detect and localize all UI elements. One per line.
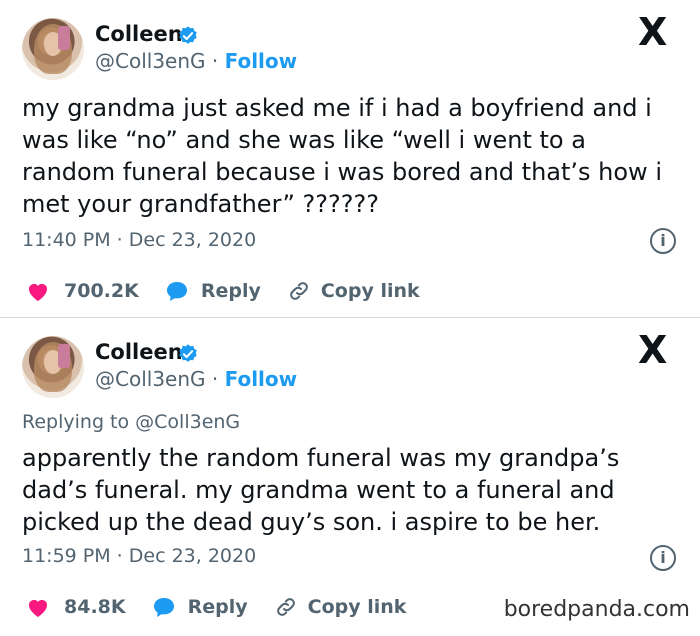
timestamp[interactable]: 11:59 PM · Dec 23, 2020: [22, 545, 256, 567]
separator-dot: ·: [211, 367, 219, 391]
timestamp[interactable]: 11:40 PM · Dec 23, 2020: [22, 229, 256, 251]
like-count[interactable]: 84.8K: [64, 596, 126, 618]
follow-button[interactable]: Follow: [225, 49, 298, 73]
copy-link-label: Copy link: [320, 280, 420, 302]
copy-link-label: Copy link: [307, 596, 407, 618]
reply-label: Reply: [187, 596, 248, 618]
replying-to[interactable]: Replying to @Coll3enG: [22, 411, 240, 433]
tweet-text: apparently the random funeral was my gra…: [22, 444, 620, 536]
tweet-card-2: Colleen @Coll3enG · Follow X Replying to…: [0, 318, 700, 636]
x-logo-icon[interactable]: X: [638, 328, 667, 372]
avatar[interactable]: [22, 336, 84, 398]
link-icon: [289, 282, 308, 300]
link-icon: [276, 598, 295, 616]
author-handle[interactable]: @Coll3enG: [95, 367, 206, 391]
heart-icon[interactable]: [26, 596, 50, 618]
reply-label: Reply: [200, 280, 261, 302]
author-name[interactable]: Colleen: [95, 22, 183, 46]
author-name[interactable]: Colleen: [95, 340, 183, 364]
copy-link-button[interactable]: Copy link: [274, 595, 407, 619]
avatar[interactable]: [22, 18, 84, 80]
watermark: boredpanda.com: [503, 597, 690, 622]
info-icon[interactable]: i: [650, 545, 676, 571]
tweet-card-1: Colleen @Coll3enG · Follow X my grandma …: [0, 0, 700, 318]
x-logo-icon[interactable]: X: [638, 10, 667, 54]
reply-bubble-icon: [166, 282, 187, 301]
verified-badge-icon: [179, 26, 197, 44]
reply-button[interactable]: Reply: [165, 280, 261, 302]
info-icon[interactable]: i: [650, 228, 676, 254]
follow-button[interactable]: Follow: [225, 367, 298, 391]
heart-icon[interactable]: [26, 280, 50, 302]
like-count[interactable]: 700.2K: [64, 280, 139, 302]
copy-link-button[interactable]: Copy link: [287, 279, 420, 303]
verified-badge-icon: [179, 344, 197, 362]
author-handle[interactable]: @Coll3enG: [95, 49, 206, 73]
tweet-text: my grandma just asked me if i had a boyf…: [22, 94, 662, 218]
reply-button[interactable]: Reply: [152, 596, 248, 618]
reply-bubble-icon: [153, 598, 174, 617]
separator-dot: ·: [211, 49, 219, 73]
